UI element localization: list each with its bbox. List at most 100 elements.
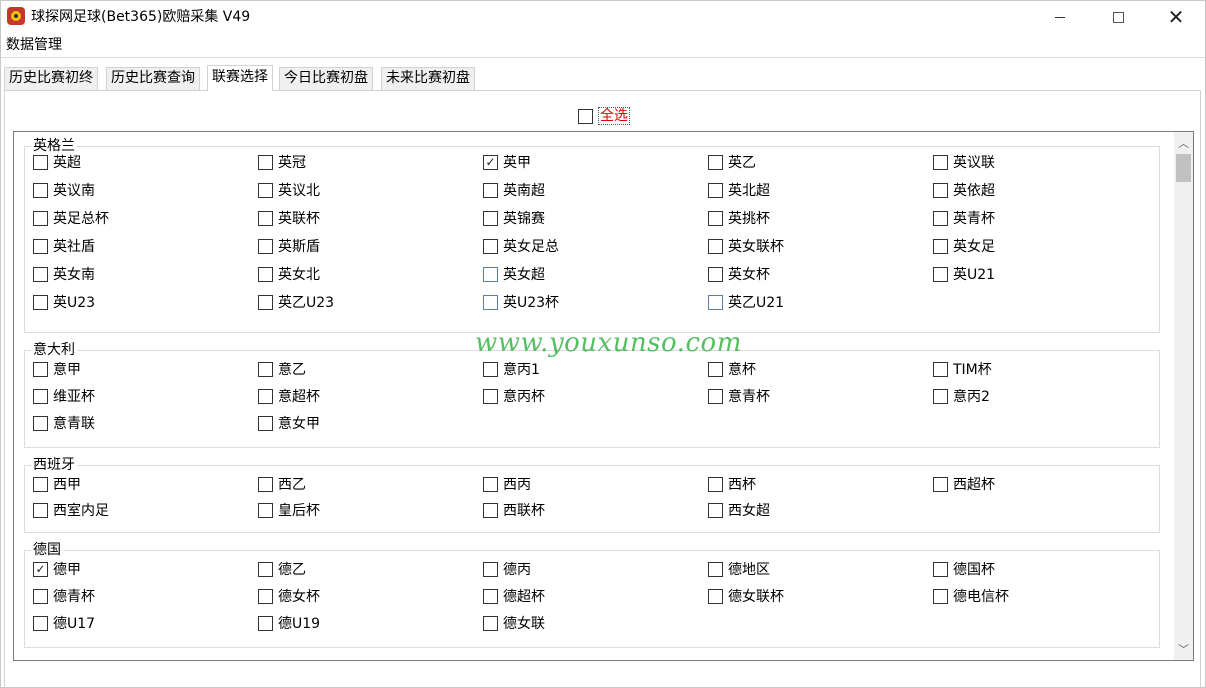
checkbox-box[interactable] [708, 154, 723, 170]
checkbox-box[interactable] [483, 266, 498, 282]
league-checkbox[interactable]: 英乙U21 [708, 292, 784, 312]
league-checkbox[interactable]: 英足总杯 [33, 208, 109, 228]
checkbox-box[interactable] [933, 182, 948, 198]
checked-checkbox-icon[interactable]: ✓ [483, 154, 498, 170]
checkbox-box[interactable] [933, 154, 948, 170]
tab-history-query[interactable]: 历史比赛查询 [106, 67, 200, 90]
select-all-label[interactable]: 全选 [598, 107, 630, 125]
league-checkbox[interactable]: 意乙 [258, 359, 306, 379]
checkbox-box[interactable] [483, 182, 498, 198]
league-checkbox[interactable]: 意丙2 [933, 386, 990, 406]
league-checkbox[interactable]: 德青杯 [33, 586, 95, 606]
select-all-checkbox[interactable]: 全选 [578, 107, 630, 125]
checkbox-box[interactable] [258, 294, 273, 310]
tab-today-initial[interactable]: 今日比赛初盘 [279, 67, 373, 90]
league-checkbox[interactable]: 英挑杯 [708, 208, 770, 228]
checkbox-box[interactable] [483, 294, 498, 310]
checkbox-box[interactable] [33, 361, 48, 377]
league-checkbox[interactable]: 英联杯 [258, 208, 320, 228]
league-checkbox[interactable]: 英议北 [258, 180, 320, 200]
league-checkbox[interactable]: 英女南 [33, 264, 95, 284]
league-checkbox[interactable]: 英超 [33, 152, 81, 172]
league-checkbox[interactable]: 德U17 [33, 613, 95, 633]
league-checkbox[interactable]: ✓ 英甲 [483, 152, 531, 172]
checkbox-box[interactable] [933, 588, 948, 604]
league-checkbox[interactable]: 英女北 [258, 264, 320, 284]
league-checkbox[interactable]: 英女杯 [708, 264, 770, 284]
checkbox-box[interactable] [708, 388, 723, 404]
tab-future-initial[interactable]: 未来比赛初盘 [381, 67, 475, 90]
minimize-button[interactable] [1031, 1, 1089, 33]
league-checkbox[interactable]: 英U21 [933, 264, 995, 284]
league-checkbox[interactable]: 西乙 [258, 474, 306, 494]
league-checkbox[interactable]: TIM杯 [933, 359, 992, 379]
league-checkbox[interactable]: 皇后杯 [258, 500, 320, 520]
checkbox-box[interactable] [708, 476, 723, 492]
league-checkbox[interactable]: 德电信杯 [933, 586, 1009, 606]
checkbox-box[interactable] [33, 476, 48, 492]
checkbox-box[interactable] [933, 476, 948, 492]
league-checkbox[interactable]: 英乙U23 [258, 292, 334, 312]
checkbox-box[interactable] [708, 294, 723, 310]
league-checkbox[interactable]: 英斯盾 [258, 236, 320, 256]
checkbox-box[interactable] [258, 361, 273, 377]
checkbox-box[interactable] [708, 266, 723, 282]
checkbox-box[interactable] [258, 238, 273, 254]
league-checkbox[interactable]: 英议南 [33, 180, 95, 200]
league-list[interactable]: ︿ ﹀ 英格兰 英超 英冠 ✓ 英甲 英乙 英议联 英议南 英议北 英南超 英北超 英依超 英足总杯 英联… [13, 131, 1194, 661]
league-checkbox[interactable]: 西杯 [708, 474, 756, 494]
league-checkbox[interactable]: 西超杯 [933, 474, 995, 494]
checkbox-box[interactable] [258, 182, 273, 198]
checkbox-box[interactable] [33, 388, 48, 404]
league-checkbox[interactable]: 英锦赛 [483, 208, 545, 228]
tab-history-initial-final[interactable]: 历史比赛初终 [4, 67, 98, 90]
checkbox-box[interactable] [708, 182, 723, 198]
league-checkbox[interactable]: 西丙 [483, 474, 531, 494]
checkbox-box[interactable] [933, 388, 948, 404]
checkbox-box[interactable] [258, 266, 273, 282]
checkbox-box[interactable] [258, 561, 273, 577]
league-checkbox[interactable]: 德国杯 [933, 559, 995, 579]
checkbox-box[interactable] [33, 182, 48, 198]
checkbox-box[interactable] [708, 588, 723, 604]
league-checkbox[interactable]: 英乙 [708, 152, 756, 172]
checkbox-box[interactable] [483, 615, 498, 631]
league-checkbox[interactable]: 英冠 [258, 152, 306, 172]
checkbox-box[interactable] [933, 561, 948, 577]
menu-data-management[interactable]: 数据管理 [6, 36, 62, 54]
checkbox-box[interactable] [933, 238, 948, 254]
league-checkbox[interactable]: 西甲 [33, 474, 81, 494]
checkbox-box[interactable] [483, 588, 498, 604]
checkbox-box[interactable] [483, 210, 498, 226]
checkbox-box[interactable] [258, 615, 273, 631]
league-checkbox[interactable]: 西女超 [708, 500, 770, 520]
checkbox-box[interactable] [483, 502, 498, 518]
checkbox-box[interactable] [708, 361, 723, 377]
league-checkbox[interactable]: 英女足总 [483, 236, 559, 256]
scroll-up-arrow-icon[interactable]: ︿ [1174, 134, 1193, 152]
league-checkbox[interactable]: 英女联杯 [708, 236, 784, 256]
checkbox-box[interactable] [708, 210, 723, 226]
league-checkbox[interactable]: 德乙 [258, 559, 306, 579]
checkbox-box[interactable] [708, 561, 723, 577]
league-checkbox[interactable]: 意杯 [708, 359, 756, 379]
checkbox-box[interactable] [258, 476, 273, 492]
checkbox-box[interactable] [708, 502, 723, 518]
league-checkbox[interactable]: 意超杯 [258, 386, 320, 406]
checkbox-box[interactable] [33, 615, 48, 631]
league-checkbox[interactable]: ✓ 德甲 [33, 559, 81, 579]
league-checkbox[interactable]: 英议联 [933, 152, 995, 172]
checkbox-box[interactable] [933, 361, 948, 377]
checkbox-box[interactable] [258, 210, 273, 226]
league-checkbox[interactable]: 意丙1 [483, 359, 540, 379]
checkbox-box[interactable] [708, 238, 723, 254]
vertical-scrollbar[interactable]: ︿ ﹀ [1174, 132, 1193, 660]
checkbox-box[interactable] [933, 266, 948, 282]
close-button[interactable]: ✕ [1147, 1, 1205, 33]
maximize-button[interactable] [1089, 1, 1147, 33]
title-bar[interactable]: 球探网足球(Bet365)欧赔采集 V49 ✕ [1, 1, 1205, 33]
league-checkbox[interactable]: 西联杯 [483, 500, 545, 520]
league-checkbox[interactable]: 维亚杯 [33, 386, 95, 406]
checkbox-box[interactable] [483, 388, 498, 404]
league-checkbox[interactable]: 英依超 [933, 180, 995, 200]
